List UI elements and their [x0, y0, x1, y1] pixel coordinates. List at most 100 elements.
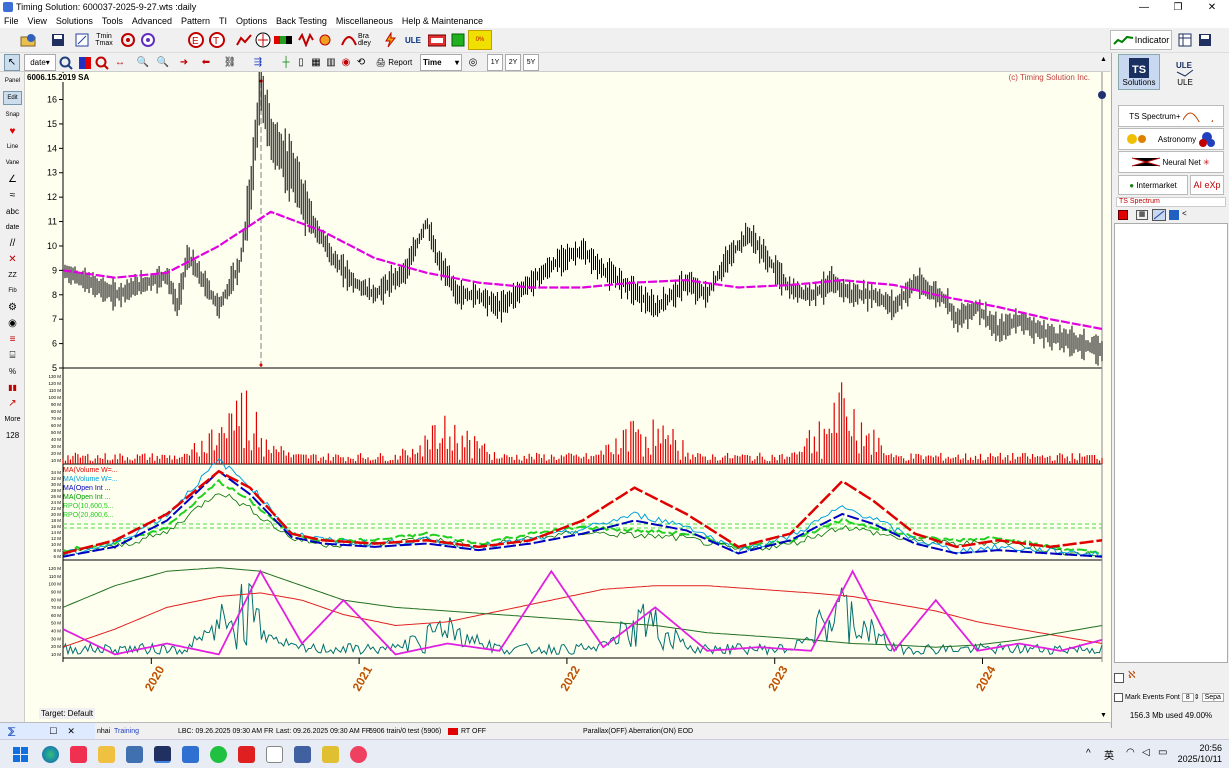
time-select[interactable]: Time ▾	[420, 54, 462, 71]
bradley-button[interactable]: Bra dley	[358, 30, 378, 50]
link-icon[interactable]: ⛓	[222, 54, 238, 71]
circle-tool-icon[interactable]: ◉	[3, 316, 22, 330]
date-mode-select[interactable]: date ▾	[24, 54, 56, 71]
legend-item[interactable]: MA(Open Int ...	[63, 484, 118, 493]
maximize-button[interactable]: ❐	[1161, 0, 1195, 14]
app-blue-icon[interactable]	[294, 746, 311, 763]
zoom-in-icon[interactable]: 🔍	[135, 54, 151, 71]
yellow-icon[interactable]: 0%	[468, 30, 492, 50]
bars-icon[interactable]: ▥	[323, 54, 339, 71]
app-tools-icon[interactable]	[266, 746, 283, 763]
chart-canvas[interactable]: 5 6 7 8 9 10 11 12 13 14 15 16 130 M 120 M 110 M 100 M…	[25, 64, 1111, 722]
solutions-list-area[interactable]	[1114, 223, 1228, 663]
ule-red-icon[interactable]	[427, 30, 447, 50]
menu-file[interactable]: File	[4, 16, 19, 26]
edit-button[interactable]: Edit	[3, 91, 22, 105]
table-small-icon[interactable]: ▦	[1136, 210, 1148, 220]
tray-chevron-icon[interactable]: ^	[1086, 748, 1091, 759]
cross-tool-icon[interactable]: ✕	[3, 252, 22, 266]
range-2y-button[interactable]: 2Y	[505, 54, 521, 71]
grid-icon[interactable]	[72, 30, 92, 50]
panel-checkbox[interactable]	[1114, 673, 1124, 683]
range-5y-button[interactable]: 5Y	[523, 54, 539, 71]
chart-area[interactable]: 5 6 7 8 9 10 11 12 13 14 15 16 130 M 120 M 110 M 100 M…	[25, 64, 1111, 722]
bars-tool-icon[interactable]: ▮▮	[3, 380, 22, 394]
checkbox-checked-icon[interactable]	[1169, 210, 1179, 220]
menu-tools[interactable]: Tools	[102, 16, 123, 26]
gear-icon[interactable]: ⚙	[3, 300, 22, 314]
red-color-icon[interactable]	[1118, 210, 1128, 220]
panel-button[interactable]: Panel	[3, 74, 22, 88]
font-size-stepper[interactable]: 8	[1181, 692, 1194, 702]
scroll-down-icon[interactable]: ▼	[1100, 712, 1110, 722]
color-bars-icon[interactable]	[273, 30, 295, 50]
align-icon[interactable]: ⇶	[250, 54, 266, 71]
menu-view[interactable]: View	[28, 16, 47, 26]
save-icon[interactable]	[48, 30, 68, 50]
legend-item[interactable]: MA(Volume W=...	[63, 466, 118, 475]
open-icon[interactable]	[18, 30, 38, 50]
text-tool[interactable]: abc	[3, 204, 22, 218]
percent-tool[interactable]: %	[3, 364, 22, 378]
arrow-tool-icon[interactable]: ↗	[3, 396, 22, 410]
indicator-button[interactable]: Indicator	[1110, 30, 1172, 50]
tmin-tmax-button[interactable]: Tmin Tmax	[92, 30, 116, 50]
app-red-icon[interactable]	[238, 746, 255, 763]
start-icon[interactable]	[12, 746, 29, 763]
figure-icon[interactable]: ℵ	[1128, 670, 1142, 684]
sun-icon[interactable]	[315, 30, 335, 50]
legend-item[interactable]: RPO(10,600,5...	[63, 502, 118, 511]
battery-tray-icon[interactable]: ▭	[1158, 747, 1167, 758]
target-icon[interactable]	[118, 30, 138, 50]
tray-time[interactable]: 20:56	[1180, 743, 1222, 753]
ai-exp-button[interactable]: AI eXp	[1190, 175, 1224, 195]
floppy-icon[interactable]	[1195, 30, 1215, 50]
spectrum-icon[interactable]	[339, 30, 359, 50]
preview-close-icon[interactable]: ✕	[67, 726, 75, 737]
edge-icon[interactable]	[42, 746, 59, 763]
ule-panel-button[interactable]: ULE ULE	[1164, 54, 1206, 90]
wave-tool-icon[interactable]: ≈	[3, 188, 22, 202]
color-square-icon[interactable]	[77, 54, 93, 71]
ts-spectrum-button[interactable]: TS Spectrum+	[1118, 105, 1224, 127]
intermarket-button[interactable]: ● Intermarket	[1118, 175, 1188, 195]
ule-button[interactable]: ULE	[402, 30, 424, 50]
solutions-button[interactable]: TS Solutions	[1118, 54, 1160, 90]
volume-icon[interactable]: ◁	[1142, 747, 1150, 758]
music-icon[interactable]	[70, 746, 87, 763]
scroll-up-icon[interactable]: ▲	[1100, 56, 1110, 66]
legend-item[interactable]: RPO(20,800,6...	[63, 511, 118, 520]
zoom-icon[interactable]	[58, 54, 74, 71]
lightning-icon[interactable]	[380, 30, 400, 50]
target-small-icon[interactable]: ◉	[338, 54, 354, 71]
calculator-icon[interactable]	[126, 746, 143, 763]
ts-spectrum-tab[interactable]: TS Spectrum	[1116, 197, 1226, 207]
menu-help[interactable]: Help & Maintenance	[402, 16, 483, 26]
heart-icon[interactable]: ♥	[3, 124, 22, 138]
expand-icon[interactable]: ↔	[112, 54, 128, 71]
reset-icon[interactable]: ⟲	[353, 54, 369, 71]
snap-button[interactable]: Snap	[3, 108, 22, 122]
timing-solution-taskbar-icon[interactable]	[154, 746, 171, 763]
menu-miscellaneous[interactable]: Miscellaneous	[336, 16, 393, 26]
zigzag-tool[interactable]: ZZ	[3, 268, 22, 282]
pointer-icon[interactable]: ↖	[4, 54, 20, 71]
folder-icon[interactable]	[98, 746, 115, 763]
sepa-select[interactable]: Sepa	[1201, 692, 1224, 702]
astronomy-button[interactable]: Astronomy	[1118, 128, 1224, 150]
chart-icon[interactable]: ▦	[308, 54, 324, 71]
minimize-button[interactable]: —	[1127, 0, 1161, 14]
status-tab-nhai[interactable]: nhai	[97, 728, 110, 735]
t-circle-icon[interactable]: T	[207, 30, 227, 50]
legend-item[interactable]: MA(Volume W=...	[63, 475, 118, 484]
wifi-icon[interactable]: ◠	[1126, 747, 1135, 758]
menu-options[interactable]: Options	[236, 16, 267, 26]
line-tool[interactable]: Line	[3, 140, 22, 154]
arrow-left-icon[interactable]: ⬅	[198, 54, 214, 71]
menu-pattern[interactable]: Pattern	[181, 16, 210, 26]
zoom-out-icon[interactable]: 🔍	[155, 54, 171, 71]
line-toggle-icon[interactable]	[1152, 209, 1166, 221]
channel-tool-icon[interactable]: //	[3, 236, 22, 250]
wave-icon[interactable]	[296, 30, 316, 50]
tray-date[interactable]: 2025/10/11	[1170, 754, 1222, 764]
